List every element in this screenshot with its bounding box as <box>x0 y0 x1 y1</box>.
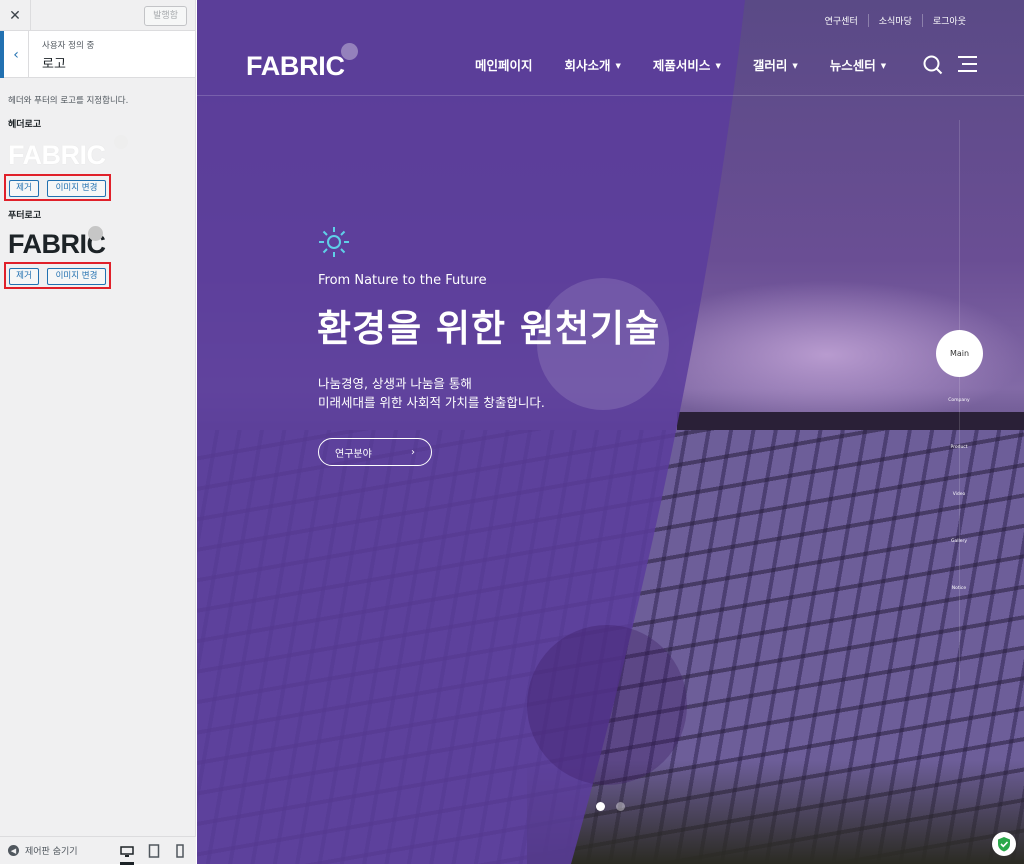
caret-down-icon: ▼ <box>715 62 721 70</box>
hero-subtext-line2: 미래세대를 위한 사회적 가치를 창출합니다. <box>318 395 545 410</box>
collapse-label: 제어판 숨기기 <box>25 847 78 857</box>
security-shield-icon[interactable] <box>992 832 1016 856</box>
hero-headline: 환경을 위한 원천기술 <box>317 307 661 350</box>
caret-down-icon: ▼ <box>880 62 887 70</box>
arrow-left-icon: ◀ <box>8 845 19 856</box>
side-nav-item[interactable]: Notice <box>944 586 974 591</box>
nav-item-news[interactable]: 뉴스센터 ▼ <box>830 55 886 74</box>
close-icon: ✕ <box>9 7 21 24</box>
hero-tagline: From Nature to the Future <box>318 273 487 288</box>
hero-subtext-line1: 나눔경영, 상생과 나눔을 통해 <box>318 376 472 391</box>
close-button[interactable]: ✕ <box>0 0 31 31</box>
publish-button[interactable]: 발행함 <box>144 6 187 26</box>
side-nav-main[interactable]: Main <box>936 330 983 377</box>
footer-logo-label: 푸터로고 <box>8 211 42 221</box>
side-nav-item[interactable]: Product <box>944 445 974 450</box>
footer-logo-remove-button[interactable]: 제거 <box>9 268 39 285</box>
slide-dot[interactable] <box>616 802 625 811</box>
footer-logo-change-button[interactable]: 이미지 변경 <box>47 268 106 285</box>
utility-nav: 연구센터 소식마당 로그아웃 <box>815 14 976 27</box>
header-logo-remove-button[interactable]: 제거 <box>9 180 39 197</box>
header-logo-preview: FABRIC <box>8 135 128 171</box>
decorative-circle <box>527 625 687 785</box>
footer-logo-actions: 제거 이미지 변경 <box>4 262 111 289</box>
desktop-icon <box>120 846 134 857</box>
side-nav-item[interactable]: Company <box>944 398 974 403</box>
util-link-news[interactable]: 소식마당 <box>867 14 922 27</box>
customizer-footer: ◀ 제어판 숨기기 <box>0 836 196 865</box>
footer-logo-preview: FABRIC <box>8 226 106 260</box>
tablet-preview-button[interactable] <box>148 843 162 858</box>
section-title: 로고 <box>42 57 66 72</box>
desktop-preview-button[interactable] <box>120 843 134 865</box>
breadcrumb: 사용자 정의 중 <box>42 41 95 51</box>
header-logo-actions: 제거 이미지 변경 <box>4 174 111 201</box>
mobile-preview-button[interactable] <box>176 843 190 858</box>
sun-icon <box>318 226 350 262</box>
util-link-logout[interactable]: 로그아웃 <box>921 14 976 27</box>
header-logo-label: 헤더로고 <box>8 120 42 130</box>
nav-item-home[interactable]: 메인페이지 <box>475 55 533 74</box>
site-logo[interactable]: FABRIC <box>246 43 358 82</box>
chevron-right-icon: › <box>411 446 415 458</box>
research-button[interactable]: 연구분야 › <box>318 438 432 466</box>
section-header: ‹ 사용자 정의 중 로고 <box>0 31 195 78</box>
mobile-icon <box>176 844 184 858</box>
side-nav-item[interactable]: Video <box>944 492 974 497</box>
section-description: 헤더와 푸터의 로고를 지정합니다. <box>8 96 129 106</box>
collapse-panel-button[interactable]: ◀ 제어판 숨기기 <box>8 844 78 857</box>
logo-dot-decoration <box>88 226 103 241</box>
site-preview: 연구센터 소식마당 로그아웃 FABRIC 메인페이지 회사소개 ▼ 제품서비스 ▼… <box>197 0 1024 864</box>
logo-dot-decoration <box>114 135 128 149</box>
caret-down-icon: ▼ <box>615 62 621 70</box>
search-icon[interactable] <box>923 55 943 79</box>
util-link-research[interactable]: 연구센터 <box>815 14 868 27</box>
nav-item-company[interactable]: 회사소개 ▼ <box>565 55 621 74</box>
customizer-panel: ✕ 발행함 ‹ 사용자 정의 중 로고 헤더와 푸터의 로고를 지정합니다. 헤… <box>0 0 196 865</box>
tablet-icon <box>148 844 160 858</box>
main-nav: 메인페이지 회사소개 ▼ 제품서비스 ▼ 갤러리 ▼ 뉴스센터 ▼ <box>475 55 918 74</box>
hamburger-menu-icon[interactable] <box>958 56 977 76</box>
nav-item-products[interactable]: 제품서비스 ▼ <box>653 55 721 74</box>
header-logo-change-button[interactable]: 이미지 변경 <box>47 180 106 197</box>
customizer-topbar: ✕ 발행함 <box>0 0 195 31</box>
chevron-left-icon: ‹ <box>13 46 19 63</box>
back-button[interactable]: ‹ <box>0 31 29 78</box>
nav-item-gallery[interactable]: 갤러리 ▼ <box>753 55 798 74</box>
slide-dot-active[interactable] <box>596 802 605 811</box>
caret-down-icon: ▼ <box>792 62 798 70</box>
side-nav-item[interactable]: Gallery <box>944 539 974 544</box>
